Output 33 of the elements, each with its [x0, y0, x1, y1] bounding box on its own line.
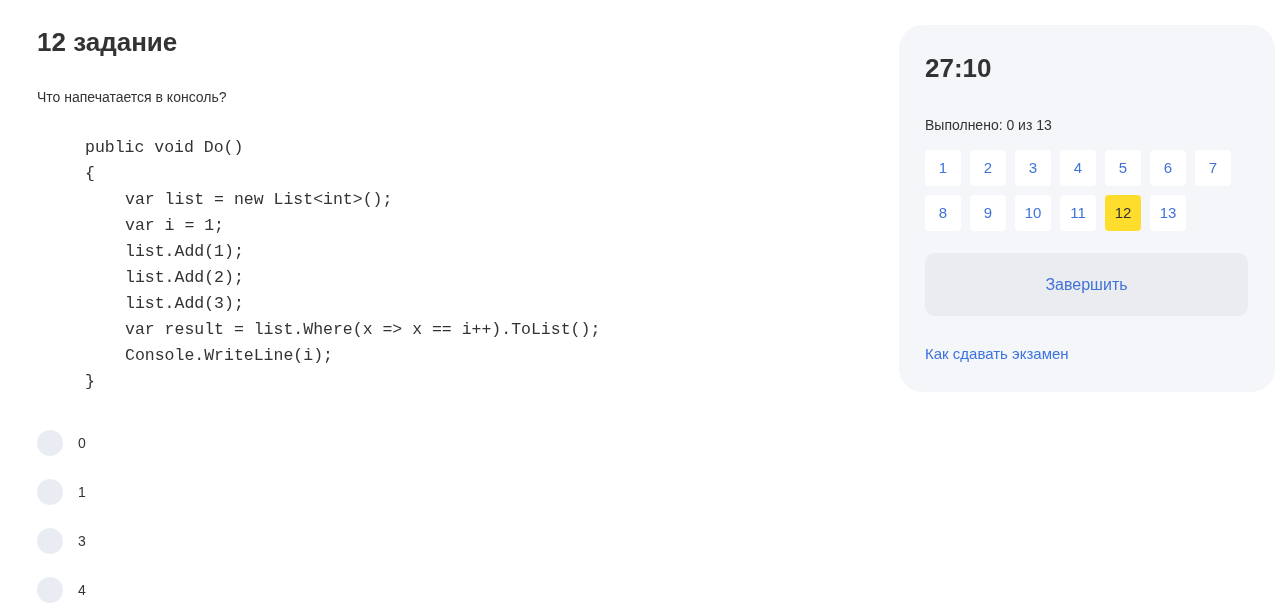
question-number-button[interactable]: 13	[1150, 195, 1186, 231]
option-label[interactable]: 0	[78, 433, 86, 453]
code-line: list.Add(3);	[125, 293, 244, 315]
help-link[interactable]: Как сдавать экзамен	[925, 343, 1069, 365]
question-number-button[interactable]: 6	[1150, 150, 1186, 186]
finish-button[interactable]: Завершить	[925, 253, 1248, 316]
code-line: var i = 1;	[125, 215, 225, 237]
question-text: Что напечатается в консоль?	[37, 88, 227, 107]
code-line: public void Do()	[85, 137, 244, 159]
code-line: }	[85, 371, 95, 393]
question-number-button[interactable]: 10	[1015, 195, 1051, 231]
option-label[interactable]: 1	[78, 482, 86, 502]
question-number-button[interactable]: 8	[925, 195, 961, 231]
question-number-button[interactable]: 11	[1060, 195, 1096, 231]
code-line: list.Add(2);	[125, 267, 244, 289]
option-label[interactable]: 4	[78, 580, 86, 600]
task-title: 12 задание	[37, 26, 178, 58]
question-number-button[interactable]: 9	[970, 195, 1006, 231]
question-number-button[interactable]: 1	[925, 150, 961, 186]
code-line: var result = list.Where(x => x == i++).ToList();	[125, 319, 601, 341]
question-number-button[interactable]: 3	[1015, 150, 1051, 186]
question-number-button[interactable]: 7	[1195, 150, 1231, 186]
option-label[interactable]: 3	[78, 531, 86, 551]
progress-text: Выполнено: 0 из 13	[925, 116, 1052, 135]
question-number-button[interactable]: 2	[970, 150, 1006, 186]
question-number-button[interactable]: 12	[1105, 195, 1141, 231]
code-line: list.Add(1);	[125, 241, 244, 263]
code-line: var list = new List<int>();	[125, 189, 393, 211]
timer: 27:10	[925, 52, 992, 84]
code-line: {	[85, 163, 95, 185]
code-line: Console.WriteLine(i);	[125, 345, 333, 367]
question-number-button[interactable]: 5	[1105, 150, 1141, 186]
question-number-button[interactable]: 4	[1060, 150, 1096, 186]
